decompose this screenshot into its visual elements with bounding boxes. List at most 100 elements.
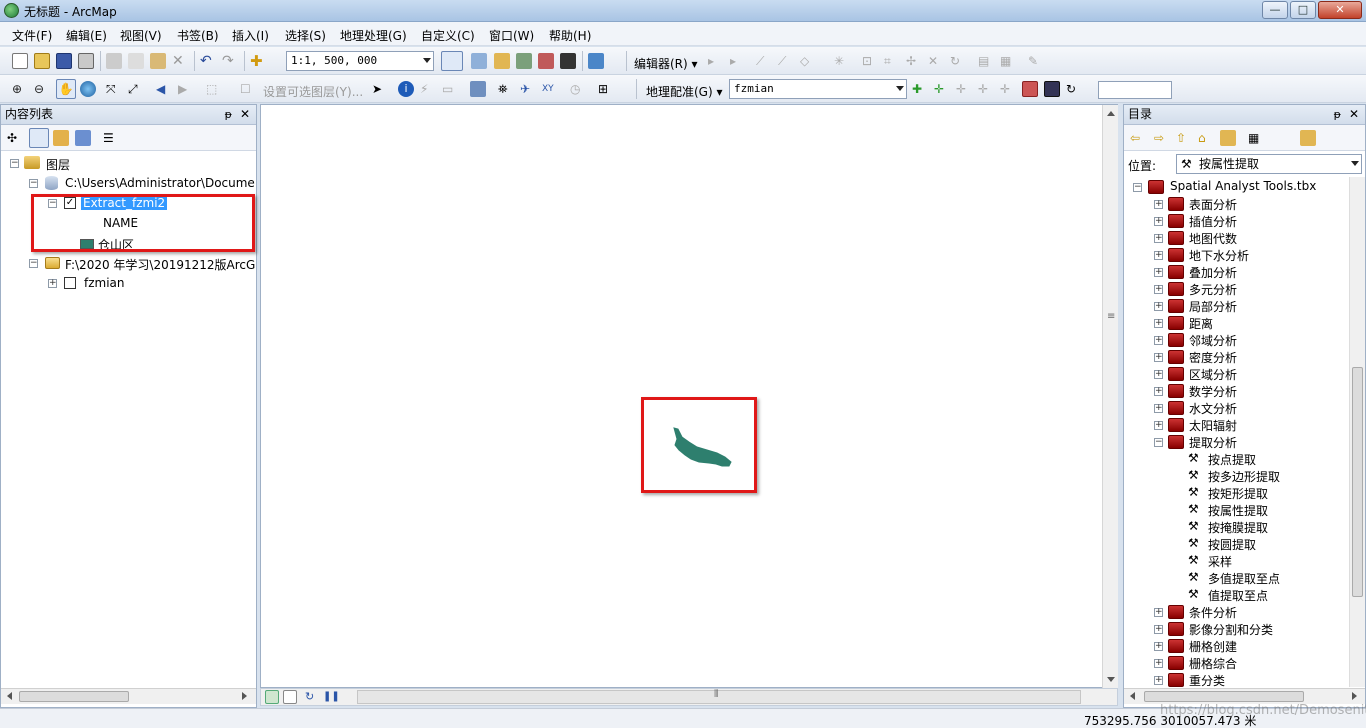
delete-icon[interactable]: ✕ xyxy=(172,53,188,69)
scroll-up-icon[interactable] xyxy=(1107,111,1115,116)
toolset-item-toggle[interactable]: + xyxy=(1154,625,1163,634)
forward-extent-icon[interactable]: ▶ xyxy=(178,81,194,97)
edit-annotation-icon[interactable]: ▸ xyxy=(730,53,746,69)
scroll-left-icon[interactable] xyxy=(7,692,12,700)
toolset-item[interactable]: 水文分析 xyxy=(1189,400,1237,417)
catalog-back-icon[interactable]: ⇦ xyxy=(1130,130,1146,146)
catalog-connect-folder-icon[interactable] xyxy=(1220,130,1236,146)
time-slider-icon[interactable]: ◷ xyxy=(570,81,586,97)
toolset-item-toggle[interactable]: + xyxy=(1154,251,1163,260)
collapse-group2-toggle[interactable]: − xyxy=(29,259,38,268)
extraction-tool-item[interactable]: 采样 xyxy=(1208,553,1232,570)
toolset-item[interactable]: 区域分析 xyxy=(1189,366,1237,383)
toc-options-icon[interactable]: ☰ xyxy=(103,130,119,146)
straight-segment-icon[interactable]: ⟋ xyxy=(756,53,772,69)
layers-root[interactable]: 图层 xyxy=(46,156,70,173)
toolset-item[interactable]: 密度分析 xyxy=(1189,349,1237,366)
fixed-zoom-in-icon[interactable]: ⤧ xyxy=(106,81,122,97)
scroll-right-icon[interactable] xyxy=(242,692,247,700)
toolset-item-toggle[interactable]: + xyxy=(1154,200,1163,209)
toc-pin-icon[interactable]: ᵽ xyxy=(225,105,232,124)
h-scroll-grip-icon[interactable]: ⦀ xyxy=(714,689,718,700)
layer2-visibility-checkbox[interactable] xyxy=(64,277,76,289)
raster-display-icon[interactable] xyxy=(1044,81,1060,97)
catalog-scroll-right-icon[interactable] xyxy=(1352,692,1357,700)
catalog-close-icon[interactable]: ✕ xyxy=(1349,105,1359,124)
scroll-grip-icon[interactable]: ≡ xyxy=(1107,311,1115,322)
toolset-item[interactable]: 地图代数 xyxy=(1189,230,1237,247)
toolset-item-toggle[interactable]: + xyxy=(1154,336,1163,345)
list-by-visibility-icon[interactable] xyxy=(53,130,69,146)
view-link-table-icon[interactable] xyxy=(1022,81,1038,97)
catalog-views-icon[interactable]: ▦ xyxy=(1248,130,1264,146)
toolset-item[interactable]: 太阳辐射 xyxy=(1189,417,1237,434)
map-scale-combo[interactable]: 1:1, 500, 000 xyxy=(286,51,434,71)
georeferencing-menu[interactable]: 地理配准(G) ▾ xyxy=(646,83,723,100)
identify-icon[interactable]: i xyxy=(398,81,414,97)
print-icon[interactable] xyxy=(78,53,94,69)
toolset-item[interactable]: 重分类 xyxy=(1189,672,1225,689)
select-features-icon[interactable]: ⬚ xyxy=(206,81,222,97)
hyperlink-icon[interactable]: ⚡ xyxy=(420,81,436,97)
maximize-button[interactable]: □ xyxy=(1290,1,1316,19)
minimize-button[interactable]: — xyxy=(1262,1,1288,19)
data-view-icon[interactable] xyxy=(265,690,279,704)
catalog-scroll-thumb[interactable] xyxy=(1352,367,1363,597)
create-features-icon[interactable]: ✎ xyxy=(1028,53,1044,69)
toolset-item-toggle[interactable]: + xyxy=(1154,387,1163,396)
extraction-tool-item[interactable]: 值提取至点 xyxy=(1208,587,1268,604)
extraction-tool-item[interactable]: 按掩膜提取 xyxy=(1208,519,1268,536)
extraction-tool-item[interactable]: 按矩形提取 xyxy=(1208,485,1268,502)
table-of-contents-icon[interactable] xyxy=(471,53,487,69)
menu-edit[interactable]: 编辑(E) xyxy=(66,27,107,44)
toc-close-icon[interactable]: ✕ xyxy=(240,105,250,124)
find-route-icon[interactable]: ✈ xyxy=(520,81,536,97)
expand-layer2-toggle[interactable]: + xyxy=(48,279,57,288)
point-icon[interactable]: ✳ xyxy=(834,53,850,69)
list-by-selection-icon[interactable] xyxy=(75,130,91,146)
catalog-pin-icon[interactable]: ᵽ xyxy=(1334,105,1341,124)
html-popup-icon[interactable]: ▭ xyxy=(442,81,458,97)
trace-icon[interactable]: ◇ xyxy=(800,53,816,69)
map-horizontal-scrollbar[interactable]: ⦀ xyxy=(357,689,1081,704)
editor-menu[interactable]: 编辑器(R) ▾ xyxy=(634,55,698,72)
menu-customize[interactable]: 自定义(C) xyxy=(421,27,475,44)
save-icon[interactable] xyxy=(56,53,72,69)
list-by-drawing-order-icon[interactable]: ✣ xyxy=(7,130,23,146)
catalog-horizontal-scrollbar[interactable] xyxy=(1124,688,1365,704)
add-links-icon[interactable]: ✛ xyxy=(934,81,950,97)
menu-geoprocessing[interactable]: 地理处理(G) xyxy=(340,27,407,44)
add-control-points-icon[interactable]: ✚ xyxy=(912,81,928,97)
clear-selection-icon[interactable]: ☐ xyxy=(240,81,256,97)
rotate-dropdown-icon[interactable]: ↻ xyxy=(1066,81,1082,97)
zoom-out-icon[interactable]: ⊖ xyxy=(34,81,50,97)
menu-selection[interactable]: 选择(S) xyxy=(285,27,326,44)
toolset-item[interactable]: 叠加分析 xyxy=(1189,264,1237,281)
toolset-item-toggle[interactable]: + xyxy=(1154,353,1163,362)
redo-icon[interactable]: ↷ xyxy=(222,53,238,69)
python-window-icon[interactable] xyxy=(560,53,576,69)
group1-path[interactable]: C:\Users\Administrator\Documer xyxy=(65,176,255,190)
toolset-item[interactable]: 邻域分析 xyxy=(1189,332,1237,349)
pause-drawing-icon[interactable]: ❚❚ xyxy=(323,690,340,704)
pan-hand-icon[interactable]: ✋ xyxy=(56,79,76,99)
menu-insert[interactable]: 插入(I) xyxy=(232,27,269,44)
fixed-zoom-out-icon[interactable]: ⤢ xyxy=(128,81,144,97)
paste-icon[interactable] xyxy=(150,53,166,69)
toolset-item[interactable]: 局部分析 xyxy=(1189,298,1237,315)
close-window-button[interactable]: ✕ xyxy=(1318,1,1362,19)
toolset-item-toggle[interactable]: + xyxy=(1154,268,1163,277)
toolset-item-toggle[interactable]: + xyxy=(1154,608,1163,617)
toolset-item[interactable]: 表面分析 xyxy=(1189,196,1237,213)
menu-view[interactable]: 视图(V) xyxy=(120,27,162,44)
toolset-item[interactable]: 条件分析 xyxy=(1189,604,1237,621)
toc-horizontal-scrollbar[interactable] xyxy=(1,688,256,704)
menu-bookmarks[interactable]: 书签(B) xyxy=(177,27,219,44)
layout-view-icon[interactable] xyxy=(283,690,297,704)
toolset-item[interactable]: 数学分析 xyxy=(1189,383,1237,400)
toolset-item-toggle[interactable]: + xyxy=(1154,234,1163,243)
toolset-item-toggle[interactable]: + xyxy=(1154,404,1163,413)
list-by-source-icon[interactable] xyxy=(29,128,49,148)
extraction-tool-item[interactable]: 按点提取 xyxy=(1208,451,1256,468)
toolset-item-toggle[interactable]: + xyxy=(1154,676,1163,685)
